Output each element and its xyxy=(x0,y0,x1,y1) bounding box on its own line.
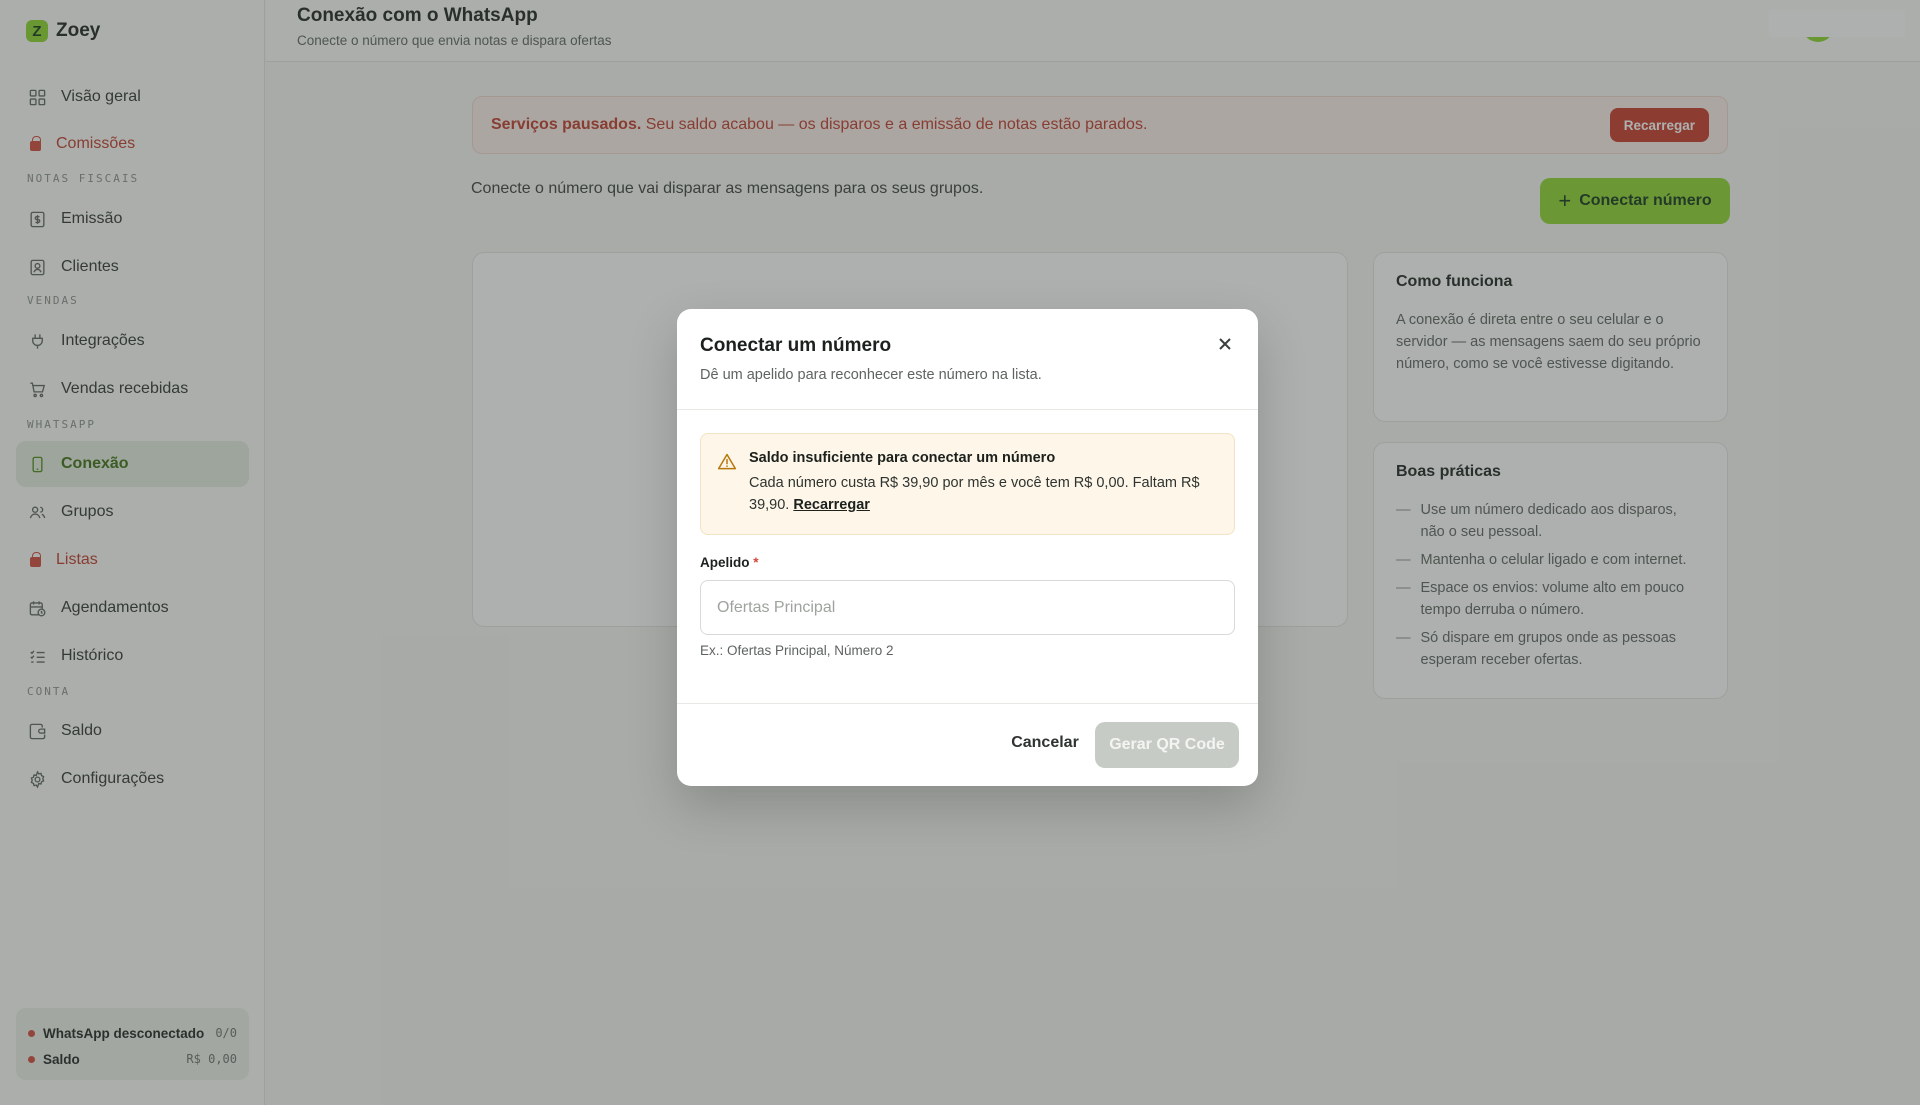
connect-number-modal: Conectar um número Dê um apelido para re… xyxy=(677,309,1258,786)
required-mark: * xyxy=(753,555,759,570)
generate-qr-button[interactable]: Gerar QR Code xyxy=(1095,722,1239,768)
warning-icon xyxy=(717,453,737,470)
warning-text: Cada número custa R$ 39,90 por mês e voc… xyxy=(749,475,1200,513)
divider xyxy=(677,409,1258,410)
modal-subtitle: Dê um apelido para reconhecer este númer… xyxy=(700,367,1042,383)
nickname-input[interactable] xyxy=(700,580,1235,635)
insufficient-balance-warning: Saldo insuficiente para conectar um núme… xyxy=(700,433,1235,535)
cancel-button[interactable]: Cancelar xyxy=(995,722,1095,764)
modal-title: Conectar um número xyxy=(700,335,892,356)
nickname-label: Apelido * xyxy=(700,555,759,570)
close-icon xyxy=(1219,338,1231,350)
warning-title: Saldo insuficiente para conectar um núme… xyxy=(749,450,1056,466)
close-button[interactable] xyxy=(1212,331,1238,357)
nickname-hint: Ex.: Ofertas Principal, Número 2 xyxy=(700,643,894,658)
recharge-link[interactable]: Recarregar xyxy=(793,497,870,513)
divider xyxy=(677,703,1258,704)
